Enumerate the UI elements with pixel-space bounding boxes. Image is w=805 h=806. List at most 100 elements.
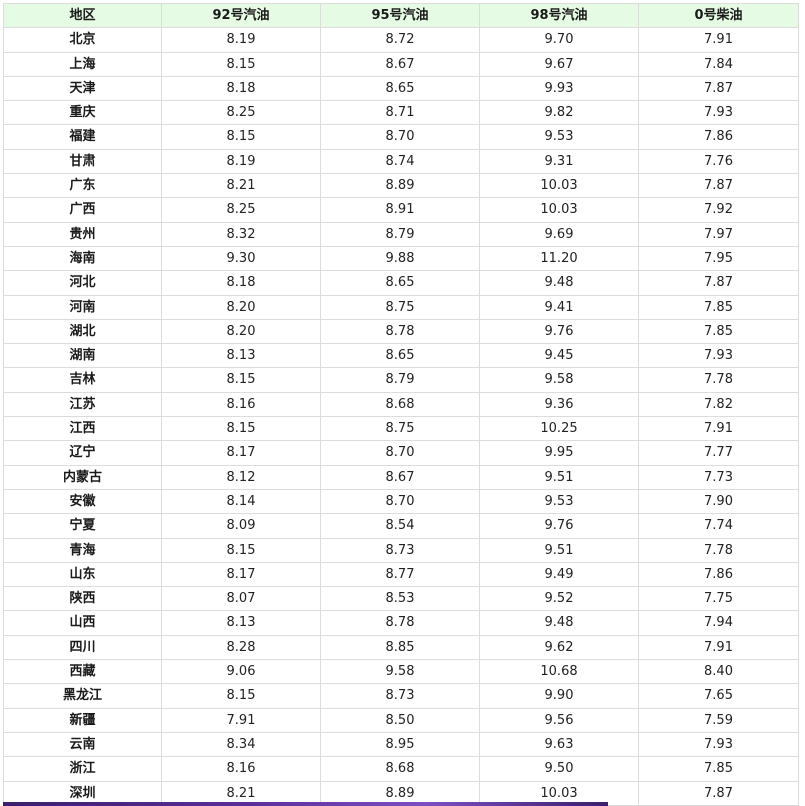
header-98-gasoline: 98号汽油 (479, 2, 639, 29)
price-95-cell: 8.77 (320, 561, 480, 588)
price-diesel-cell: 7.87 (638, 173, 799, 199)
table-row: 河北 8.18 8.65 9.48 7.87 (3, 270, 799, 296)
price-diesel-cell: 7.82 (638, 391, 799, 418)
price-diesel-cell: 8.40 (638, 659, 799, 685)
region-cell: 上海 (3, 51, 162, 77)
price-98-cell: 9.51 (479, 464, 639, 490)
price-92-cell: 8.34 (161, 731, 321, 758)
price-92-cell: 8.18 (161, 270, 321, 296)
price-98-cell: 9.53 (479, 488, 639, 515)
table-row: 江西 8.15 8.75 10.25 7.91 (3, 416, 799, 442)
price-92-cell: 8.16 (161, 391, 321, 418)
price-92-cell: 8.14 (161, 488, 321, 515)
region-cell: 湖南 (3, 343, 162, 369)
table-row: 安徽 8.14 8.70 9.53 7.90 (3, 488, 799, 515)
price-95-cell: 8.95 (320, 731, 480, 758)
table-row: 湖南 8.13 8.65 9.45 7.93 (3, 343, 799, 369)
table-row: 上海 8.15 8.67 9.67 7.84 (3, 51, 799, 77)
price-92-cell: 8.19 (161, 27, 321, 53)
price-98-cell: 9.62 (479, 634, 639, 661)
price-98-cell: 9.31 (479, 148, 639, 175)
table-row: 吉林 8.15 8.79 9.58 7.78 (3, 367, 799, 393)
price-95-cell: 9.58 (320, 659, 480, 685)
region-cell: 海南 (3, 245, 162, 272)
price-95-cell: 8.70 (320, 488, 480, 515)
table-row: 天津 8.18 8.65 9.93 7.87 (3, 75, 799, 102)
price-diesel-cell: 7.85 (638, 318, 799, 345)
price-95-cell: 8.78 (320, 318, 480, 345)
table-row: 山东 8.17 8.77 9.49 7.86 (3, 561, 799, 588)
price-92-cell: 8.15 (161, 537, 321, 563)
price-diesel-cell: 7.75 (638, 586, 799, 612)
price-95-cell: 8.72 (320, 27, 480, 53)
price-92-cell: 8.15 (161, 416, 321, 442)
table-row: 西藏 9.06 9.58 10.68 8.40 (3, 659, 799, 685)
price-95-cell: 8.70 (320, 440, 480, 466)
region-cell: 辽宁 (3, 440, 162, 466)
header-row: 地区 92号汽油 95号汽油 98号汽油 0号柴油 (3, 2, 799, 29)
price-98-cell: 9.93 (479, 75, 639, 102)
price-92-cell: 8.20 (161, 318, 321, 345)
price-diesel-cell: 7.86 (638, 561, 799, 588)
price-98-cell: 9.45 (479, 343, 639, 369)
region-cell: 贵州 (3, 221, 162, 247)
price-95-cell: 8.65 (320, 270, 480, 296)
header-92-gasoline: 92号汽油 (161, 2, 321, 29)
price-98-cell: 11.20 (479, 245, 639, 272)
price-98-cell: 9.69 (479, 221, 639, 247)
price-98-cell: 9.67 (479, 51, 639, 77)
table-row: 湖北 8.20 8.78 9.76 7.85 (3, 318, 799, 345)
table-row: 云南 8.34 8.95 9.63 7.93 (3, 731, 799, 758)
price-92-cell: 8.15 (161, 51, 321, 77)
price-95-cell: 8.74 (320, 148, 480, 175)
price-95-cell: 8.75 (320, 416, 480, 442)
table-row: 贵州 8.32 8.79 9.69 7.97 (3, 221, 799, 247)
price-diesel-cell: 7.77 (638, 440, 799, 466)
table-row: 广西 8.25 8.91 10.03 7.92 (3, 197, 799, 223)
price-98-cell: 10.03 (479, 173, 639, 199)
price-diesel-cell: 7.97 (638, 221, 799, 247)
price-diesel-cell: 7.86 (638, 124, 799, 150)
price-95-cell: 8.73 (320, 683, 480, 709)
price-diesel-cell: 7.91 (638, 634, 799, 661)
header-region: 地区 (3, 2, 162, 29)
price-95-cell: 8.89 (320, 173, 480, 199)
price-95-cell: 8.65 (320, 343, 480, 369)
price-92-cell: 8.25 (161, 100, 321, 126)
region-cell: 安徽 (3, 488, 162, 515)
price-diesel-cell: 7.91 (638, 27, 799, 53)
price-95-cell: 8.67 (320, 51, 480, 77)
price-diesel-cell: 7.76 (638, 148, 799, 175)
price-95-cell: 8.53 (320, 586, 480, 612)
table-header: 地区 92号汽油 95号汽油 98号汽油 0号柴油 (3, 2, 799, 29)
price-98-cell: 9.90 (479, 683, 639, 709)
price-92-cell: 9.30 (161, 245, 321, 272)
price-92-cell: 7.91 (161, 707, 321, 733)
price-98-cell: 9.53 (479, 124, 639, 150)
region-cell: 黑龙江 (3, 683, 162, 709)
table-row: 辽宁 8.17 8.70 9.95 7.77 (3, 440, 799, 466)
region-cell: 河北 (3, 270, 162, 296)
table-row: 浙江 8.16 8.68 9.50 7.85 (3, 756, 799, 782)
price-95-cell: 8.79 (320, 367, 480, 393)
region-cell: 广西 (3, 197, 162, 223)
price-diesel-cell: 7.95 (638, 245, 799, 272)
price-98-cell: 9.48 (479, 610, 639, 636)
price-98-cell: 10.03 (479, 197, 639, 223)
table-row: 青海 8.15 8.73 9.51 7.78 (3, 537, 799, 563)
table-row: 甘肃 8.19 8.74 9.31 7.76 (3, 148, 799, 175)
table-row: 山西 8.13 8.78 9.48 7.94 (3, 610, 799, 636)
table-row: 宁夏 8.09 8.54 9.76 7.74 (3, 513, 799, 539)
price-95-cell: 8.67 (320, 464, 480, 490)
price-98-cell: 9.49 (479, 561, 639, 588)
price-98-cell: 9.36 (479, 391, 639, 418)
region-cell: 新疆 (3, 707, 162, 733)
table-row: 黑龙江 8.15 8.73 9.90 7.65 (3, 683, 799, 709)
price-diesel-cell: 7.87 (638, 75, 799, 102)
price-92-cell: 8.07 (161, 586, 321, 612)
table-row: 海南 9.30 9.88 11.20 7.95 (3, 245, 799, 272)
price-92-cell: 8.15 (161, 124, 321, 150)
price-92-cell: 8.17 (161, 561, 321, 588)
table-row: 福建 8.15 8.70 9.53 7.86 (3, 124, 799, 150)
region-cell: 西藏 (3, 659, 162, 685)
